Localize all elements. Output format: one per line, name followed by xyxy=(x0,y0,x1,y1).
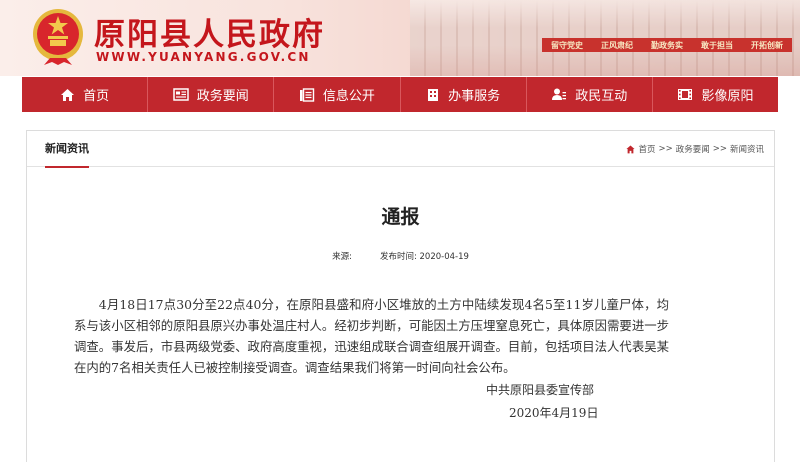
slogan-item: 留守党史 xyxy=(551,40,583,50)
nav-item-gallery[interactable]: 影像原阳 xyxy=(653,77,778,112)
article-title: 通报 xyxy=(381,206,420,228)
article-body: 4月18日17点30分至22点40分，在原阳县盛和府小区堆放的土方中陆续发现4名… xyxy=(74,297,669,375)
nav-item-home[interactable]: 首页 xyxy=(22,77,149,112)
nav-item-info-disclosure[interactable]: 信息公开 xyxy=(274,77,401,112)
breadcrumb-link-current[interactable]: 新闻资讯 xyxy=(730,143,764,155)
slogan-item: 开拓创新 xyxy=(751,40,783,50)
document-icon xyxy=(299,87,315,102)
home-icon xyxy=(626,144,636,153)
slogan-item: 敢于担当 xyxy=(701,40,733,50)
nav-item-label: 信息公开 xyxy=(322,89,375,104)
nav-item-services[interactable]: 办事服务 xyxy=(401,77,527,112)
content-panel: 新闻资讯 首页 >> 政务要闻 >> 新闻资讯 通报 来源: 发布时间: 202… xyxy=(26,130,775,462)
site-url: WWW.YUANYANG.GOV.CN xyxy=(96,50,311,64)
tab-news[interactable]: 新闻资讯 xyxy=(45,131,89,168)
nav-item-interaction[interactable]: 政民互动 xyxy=(527,77,653,112)
panel-header: 新闻资讯 首页 >> 政务要闻 >> 新闻资讯 xyxy=(27,131,774,168)
building-icon xyxy=(428,89,439,101)
source-field: 来源: xyxy=(332,250,352,262)
breadcrumb-separator: >> xyxy=(658,144,673,154)
main-nav: 首页 政务要闻 信息公开 办事服务 政民互动 影像原阳 xyxy=(22,77,778,112)
publish-date-field: 发布时间: 2020-04-19 xyxy=(380,250,469,262)
slogan-item: 正风肃纪 xyxy=(601,40,633,50)
national-emblem-icon[interactable] xyxy=(30,6,86,66)
nav-item-label: 首页 xyxy=(83,89,110,104)
home-icon xyxy=(61,88,75,101)
publish-date-value: 2020-04-19 xyxy=(419,252,469,262)
nav-item-label: 政务要闻 xyxy=(196,89,249,104)
breadcrumb-separator: >> xyxy=(712,144,727,154)
nav-item-label: 影像原阳 xyxy=(701,89,754,104)
breadcrumb: 首页 >> 政务要闻 >> 新闻资讯 xyxy=(626,143,764,155)
slogan-item: 勤政务实 xyxy=(651,40,683,50)
publish-date-label: 发布时间: xyxy=(379,252,417,262)
nav-item-label: 政民互动 xyxy=(575,89,628,104)
nav-item-news[interactable]: 政务要闻 xyxy=(148,77,275,112)
site-header: 留守党史 正风肃纪 勤政务实 敢于担当 开拓创新 原阳县人民政府 WWW.YUA… xyxy=(0,0,800,76)
breadcrumb-link-home[interactable]: 首页 xyxy=(638,143,655,155)
user-chat-icon xyxy=(552,88,567,100)
signature-date: 2020年4月19日 xyxy=(509,406,599,420)
source-label: 来源: xyxy=(332,252,352,262)
signature-org: 中共原阳县委宣传部 xyxy=(486,383,595,397)
article-meta: 来源: 发布时间: 2020-04-19 xyxy=(27,250,774,262)
newspaper-icon xyxy=(173,88,189,101)
slogan-strip: 留守党史 正风肃纪 勤政务实 敢于担当 开拓创新 xyxy=(542,38,792,52)
nav-item-label: 办事服务 xyxy=(448,89,501,104)
film-icon xyxy=(678,89,693,100)
site-title[interactable]: 原阳县人民政府 xyxy=(94,9,325,54)
breadcrumb-link-news[interactable]: 政务要闻 xyxy=(676,143,710,155)
